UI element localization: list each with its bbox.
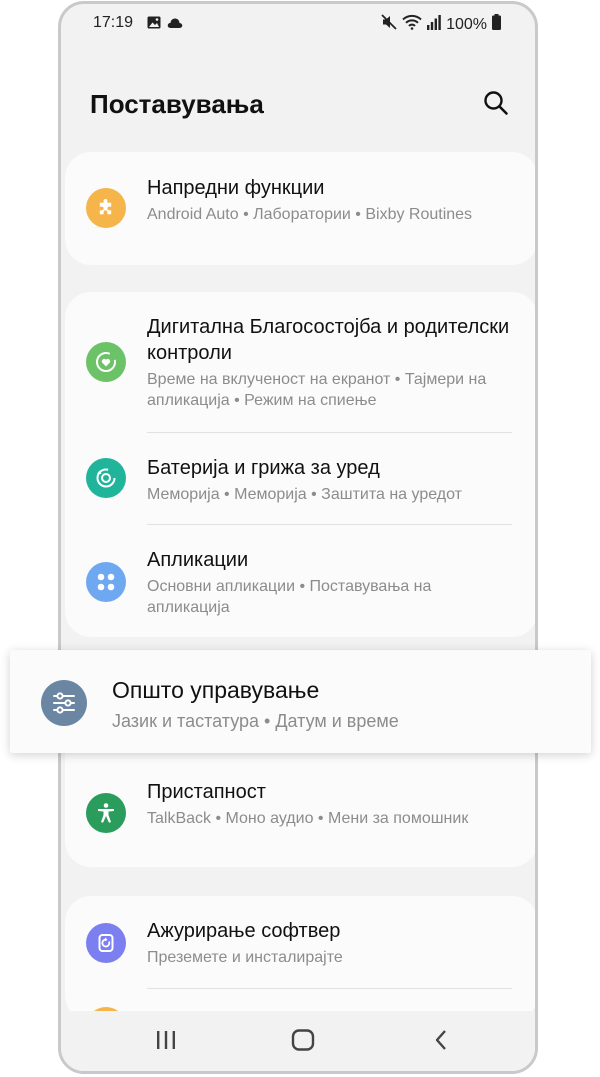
item-title: Ажурирање софтвер xyxy=(147,920,341,942)
settings-item-apps[interactable]: Апликации Основни апликации • Поставувањ… xyxy=(65,525,535,637)
settings-item-general-management[interactable]: Општо управување Јазик и тастатура • Дат… xyxy=(10,650,591,753)
settings-item-advanced-features[interactable]: Напредни функции Android Auto • Лаборато… xyxy=(65,152,535,265)
recents-icon xyxy=(155,1030,177,1055)
update-icon xyxy=(86,923,126,963)
item-title: Напредни функции xyxy=(147,177,325,199)
status-time: 17:19 xyxy=(93,14,134,31)
item-subtitle: TalkBack • Моно аудио • Мени за помошник xyxy=(147,810,469,827)
settings-card: Ажурирање софтвер Преземете и инсталирај… xyxy=(65,896,535,1047)
image-icon xyxy=(147,16,161,34)
sliders-icon xyxy=(41,680,87,726)
cloud-icon xyxy=(167,16,183,34)
status-bar: 17:19 100% xyxy=(61,4,535,44)
item-title: Батерија и грижа за уред xyxy=(147,457,380,479)
apps-icon xyxy=(86,562,126,602)
settings-item-battery-device-care[interactable]: Батерија и грижа за уред Меморија • Мемо… xyxy=(65,433,535,524)
item-title: Пристапност xyxy=(147,781,266,803)
settings-card: Дигитална Благосостојба и родителски кон… xyxy=(65,292,535,637)
item-title: Дигитална Благосостојба и родителски кон… xyxy=(147,316,510,364)
back-button[interactable] xyxy=(421,1026,461,1058)
page-title: Поставувања xyxy=(90,89,264,119)
item-subtitle: Јазик и тастатура • Датум и време xyxy=(112,711,399,731)
navigation-bar xyxy=(61,1011,535,1071)
battery-percent: 100% xyxy=(446,15,487,33)
recents-button[interactable] xyxy=(146,1026,186,1058)
settings-item-accessibility[interactable]: Пристапност TalkBack • Моно аудио • Мени… xyxy=(65,757,535,867)
back-icon xyxy=(433,1029,449,1056)
settings-card: Напредни функции Android Auto • Лаборато… xyxy=(65,152,535,265)
search-button[interactable] xyxy=(479,88,513,122)
settings-item-digital-wellbeing[interactable]: Дигитална Благосостојба и родителски кон… xyxy=(65,292,535,432)
item-subtitle: Android Auto • Лаборатории • Bixby Routi… xyxy=(147,206,473,223)
phone-frame: 17:19 100% Поставувања Напредни функции … xyxy=(58,1,538,1074)
item-subtitle: Меморија • Меморија • Заштита на уредот xyxy=(147,486,462,503)
home-icon xyxy=(291,1028,315,1056)
item-subtitle: Време на вклученост на екранот • Тајмери… xyxy=(147,371,487,409)
item-subtitle: Преземете и инсталирајте xyxy=(147,949,343,966)
accessibility-icon xyxy=(86,793,126,833)
mute-icon xyxy=(381,14,397,35)
battery-icon xyxy=(492,14,501,35)
home-button[interactable] xyxy=(283,1026,323,1058)
signal-icon xyxy=(427,14,441,35)
device-care-icon xyxy=(86,458,126,498)
puzzle-icon xyxy=(86,188,126,228)
wellbeing-icon xyxy=(86,342,126,382)
item-title: Општо управување xyxy=(112,677,320,703)
item-subtitle: Основни апликации • Поставувања на аплик… xyxy=(147,578,432,616)
wifi-icon xyxy=(402,14,422,35)
settings-item-software-update[interactable]: Ажурирање софтвер Преземете и инсталирај… xyxy=(65,896,535,988)
search-icon xyxy=(483,90,509,121)
item-title: Апликации xyxy=(147,549,249,571)
